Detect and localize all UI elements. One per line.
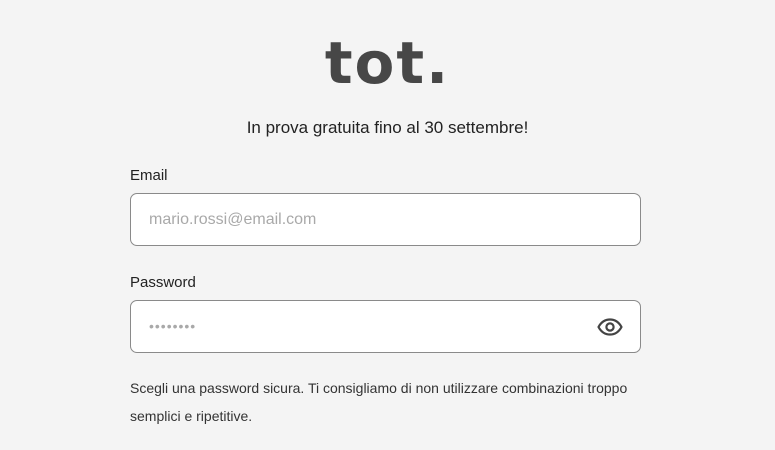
signup-form: Email Password Scegli una password sicur… — [130, 167, 641, 430]
password-input[interactable] — [131, 301, 640, 352]
eye-icon[interactable] — [596, 314, 624, 340]
password-field-group: Password — [130, 274, 641, 353]
brand-logo: tot. — [324, 29, 451, 97]
password-input-box — [130, 300, 641, 353]
email-input-box — [130, 193, 641, 246]
password-hint: Scegli una password sicura. Ti consiglia… — [130, 380, 628, 424]
password-label: Password — [130, 274, 196, 291]
email-label: Email — [130, 167, 168, 184]
email-input[interactable] — [131, 194, 640, 245]
email-field-group: Email — [130, 167, 641, 246]
trial-tagline: In prova gratuita fino al 30 settembre! — [246, 118, 529, 137]
